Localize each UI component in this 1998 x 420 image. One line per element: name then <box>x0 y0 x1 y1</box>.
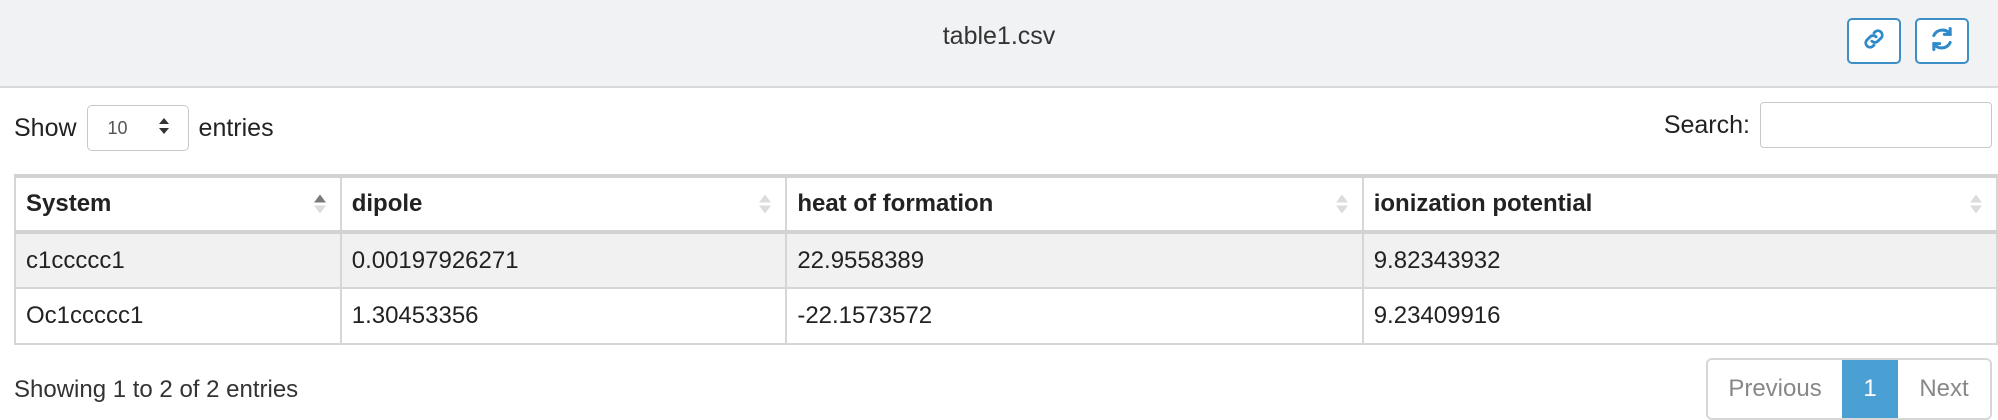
table-header-row: System dipole heat of formation ionizati… <box>14 174 1998 234</box>
link-button[interactable] <box>1847 18 1901 64</box>
data-table: System dipole heat of formation ionizati… <box>14 174 1998 345</box>
table-cell: c1ccccc1 <box>14 231 342 289</box>
entries-label: entries <box>198 113 274 142</box>
column-header-label: dipole <box>351 190 423 217</box>
column-header-dipole[interactable]: dipole <box>339 174 788 234</box>
sort-ascending-icon <box>313 194 326 214</box>
entries-value: 10 <box>107 117 128 138</box>
table-cell: 22.9558389 <box>785 231 1364 289</box>
select-arrows-icon <box>158 116 170 141</box>
search-control: Search: <box>1664 102 1992 148</box>
entries-select[interactable]: 10 <box>86 105 189 151</box>
table-cell: 0.00197926271 <box>339 231 788 289</box>
table-controls: Show 10 entries Search: <box>0 88 1998 172</box>
column-header-ionization-potential[interactable]: ionization potential <box>1361 174 1998 234</box>
sort-icon <box>1970 194 1982 214</box>
page-title: table1.csv <box>942 22 1056 50</box>
page-1-button[interactable]: 1 <box>1842 360 1898 418</box>
next-page-button[interactable]: Next <box>1898 360 1990 418</box>
column-header-system[interactable]: System <box>14 174 342 234</box>
column-header-heat-of-formation[interactable]: heat of formation <box>785 174 1364 234</box>
header-bar: table1.csv <box>0 0 1998 88</box>
sort-icon <box>1335 194 1348 214</box>
table-row: Oc1ccccc1 1.30453356 -22.1573572 9.23409… <box>14 287 1998 345</box>
refresh-button[interactable] <box>1915 18 1969 64</box>
column-header-label: System <box>26 190 112 217</box>
sort-icon <box>759 194 772 214</box>
search-input[interactable] <box>1760 102 1992 148</box>
table-row: c1ccccc1 0.00197926271 22.9558389 9.8234… <box>14 231 1998 289</box>
column-header-label: heat of formation <box>797 190 994 217</box>
show-label: Show <box>14 113 77 142</box>
previous-page-button[interactable]: Previous <box>1708 360 1842 418</box>
column-header-label: ionization potential <box>1373 190 1593 217</box>
refresh-icon <box>1928 25 1956 58</box>
length-control: Show 10 entries <box>14 104 274 152</box>
table-cell: Oc1ccccc1 <box>14 287 342 345</box>
search-label: Search: <box>1663 110 1750 139</box>
link-icon <box>1861 26 1887 57</box>
table-cell: 9.82343932 <box>1361 231 1998 289</box>
table-cell: 9.23409916 <box>1361 287 1998 345</box>
table-cell: 1.30453356 <box>339 287 788 345</box>
table-info: Showing 1 to 2 of 2 entries <box>14 376 299 403</box>
pagination: Previous 1 Next <box>1706 358 1992 420</box>
table-cell: -22.1573572 <box>785 287 1364 345</box>
